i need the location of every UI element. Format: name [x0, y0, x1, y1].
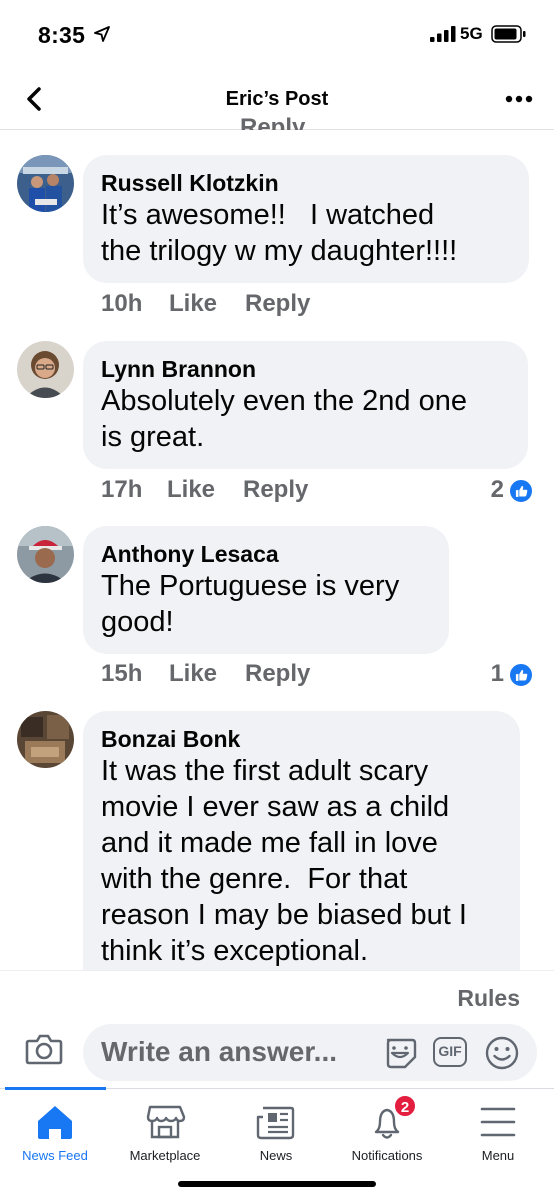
reaction-summary[interactable]: 2	[474, 476, 534, 506]
comment-text-line: Absolutely even the 2nd one	[101, 385, 467, 417]
tab-news[interactable]: News	[221, 1089, 331, 1169]
tab-label: Menu	[481, 1148, 515, 1163]
menu-icon	[480, 1107, 516, 1137]
comment-author[interactable]: Anthony Lesaca	[101, 540, 431, 568]
comment-bubble: Anthony Lesaca The Portuguese is very go…	[83, 526, 449, 654]
comment-text-line: think it’s exceptional.	[101, 935, 369, 967]
tab-label: News	[259, 1148, 293, 1163]
notification-badge: 2	[393, 1094, 417, 1118]
avatar[interactable]	[17, 711, 74, 768]
comment-text-line: The Portuguese is very	[101, 570, 400, 602]
network-type: 5G	[460, 24, 483, 43]
like-button[interactable]: Like	[169, 290, 217, 318]
comment-text-line: with the genre. For that	[101, 863, 408, 895]
comment-author[interactable]: Lynn Brannon	[101, 355, 510, 383]
reaction-count: 1	[490, 660, 504, 687]
tab-marketplace[interactable]: Marketplace	[110, 1089, 220, 1169]
comment-text-line: movie I ever saw as a child	[101, 791, 450, 823]
gif-button[interactable]: GIF	[433, 1037, 467, 1067]
tab-news-feed[interactable]: News Feed	[0, 1089, 110, 1169]
home-indicator[interactable]	[178, 1181, 376, 1187]
comment-text-line: the trilogy w my daughter!!!!	[101, 235, 458, 267]
comment-text-line: It’s awesome!! I watched	[101, 199, 435, 231]
bell-icon	[374, 1108, 400, 1139]
signal-icon	[430, 26, 456, 42]
tab-label: Marketplace	[129, 1148, 201, 1163]
home-icon	[38, 1106, 72, 1139]
like-reaction-icon	[508, 478, 534, 504]
battery-icon	[491, 25, 526, 43]
comment-text-line: is great.	[101, 421, 205, 453]
status-bar: 8:35 5G	[0, 0, 554, 70]
comment-meta: 10h Like Reply	[101, 290, 401, 320]
like-button[interactable]: Like	[167, 476, 215, 504]
comment-bubble: Lynn Brannon Absolutely even the 2nd one…	[83, 341, 528, 469]
comment-author[interactable]: Russell Klotzkin	[101, 169, 511, 197]
tab-label: News Feed	[22, 1148, 88, 1163]
comment-timestamp: 15h	[101, 660, 143, 687]
avatar[interactable]	[17, 341, 74, 398]
comment-text-line: reason I may be biased but I	[101, 899, 467, 931]
comment-bubble: Russell Klotzkin It’s awesome!! I watche…	[83, 155, 529, 283]
comment-text-line: and it made me fall in love	[101, 827, 438, 859]
more-options-icon[interactable]	[504, 94, 534, 104]
previous-comment-reply-cutoff: Reply	[240, 114, 306, 130]
comment-meta: 17h Like Reply	[101, 476, 401, 506]
avatar[interactable]	[17, 526, 74, 583]
sticker-icon[interactable]	[382, 1036, 418, 1070]
reply-button[interactable]: Reply	[245, 660, 310, 688]
comment-text-line: It was the first adult scary	[101, 755, 429, 787]
gif-label: GIF	[438, 1043, 462, 1059]
emoji-icon[interactable]	[484, 1035, 520, 1071]
comment-timestamp: 10h	[101, 290, 143, 317]
comment-composer: Rules Write an answer... GIF	[0, 970, 554, 1088]
marketplace-icon	[146, 1105, 186, 1139]
reaction-count: 2	[490, 476, 504, 503]
comment-bubble: Bonzai Bonk It was the first adult scary…	[83, 711, 520, 973]
comment-timestamp: 17h	[101, 476, 143, 503]
comment-input-placeholder: Write an answer...	[101, 1036, 338, 1067]
rules-link[interactable]: Rules	[457, 985, 520, 1012]
tab-notifications[interactable]: Notifications	[332, 1089, 442, 1169]
comment-author[interactable]: Bonzai Bonk	[101, 725, 502, 753]
comment-meta: 15h Like Reply	[101, 660, 401, 690]
tab-menu[interactable]: Menu	[443, 1089, 553, 1169]
avatar[interactable]	[17, 155, 74, 212]
like-reaction-icon	[508, 662, 534, 688]
camera-icon[interactable]	[25, 1033, 63, 1065]
comment-text-line: good!	[101, 606, 174, 638]
like-button[interactable]: Like	[169, 660, 217, 688]
reaction-summary[interactable]: 1	[474, 660, 534, 690]
comment-input[interactable]: Write an answer...	[83, 1024, 537, 1081]
status-time: 8:35	[38, 22, 86, 48]
location-arrow-icon	[94, 26, 110, 42]
tab-label: Notifications	[351, 1148, 423, 1163]
reply-button[interactable]: Reply	[243, 476, 308, 504]
news-icon	[256, 1106, 295, 1140]
reply-button[interactable]: Reply	[245, 290, 310, 318]
